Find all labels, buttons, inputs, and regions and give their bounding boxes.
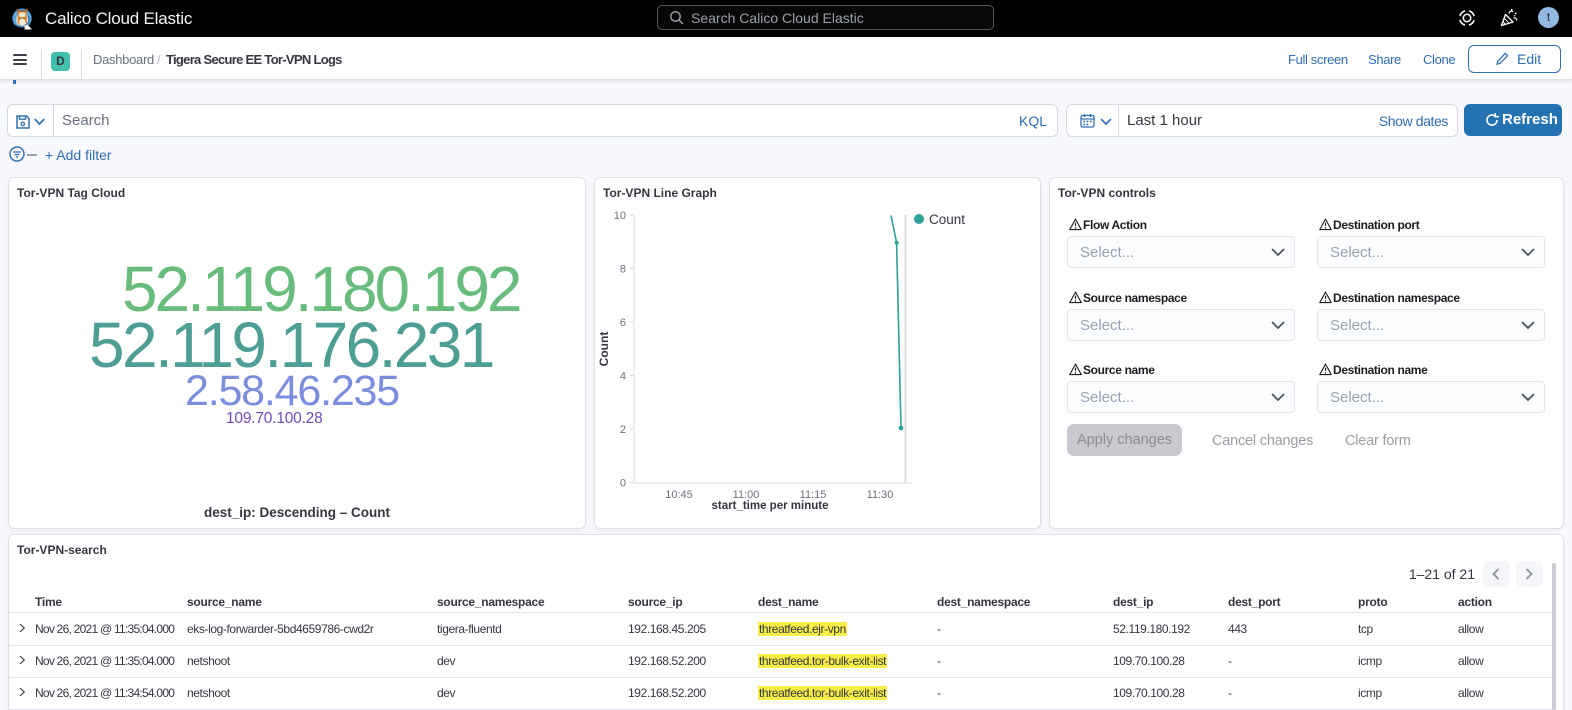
svg-text:0: 0	[620, 478, 626, 490]
svg-text:2: 2	[620, 424, 626, 436]
svg-text:Count: Count	[597, 332, 611, 367]
svg-text:10: 10	[614, 210, 626, 222]
svg-text:10:45: 10:45	[665, 489, 693, 501]
svg-text:4: 4	[620, 371, 626, 383]
svg-text:start_time per minute: start_time per minute	[712, 500, 829, 512]
svg-text:6: 6	[620, 317, 626, 329]
svg-text:11:30: 11:30	[867, 489, 894, 501]
svg-text:Count: Count	[929, 212, 965, 227]
svg-text:8: 8	[620, 264, 626, 276]
